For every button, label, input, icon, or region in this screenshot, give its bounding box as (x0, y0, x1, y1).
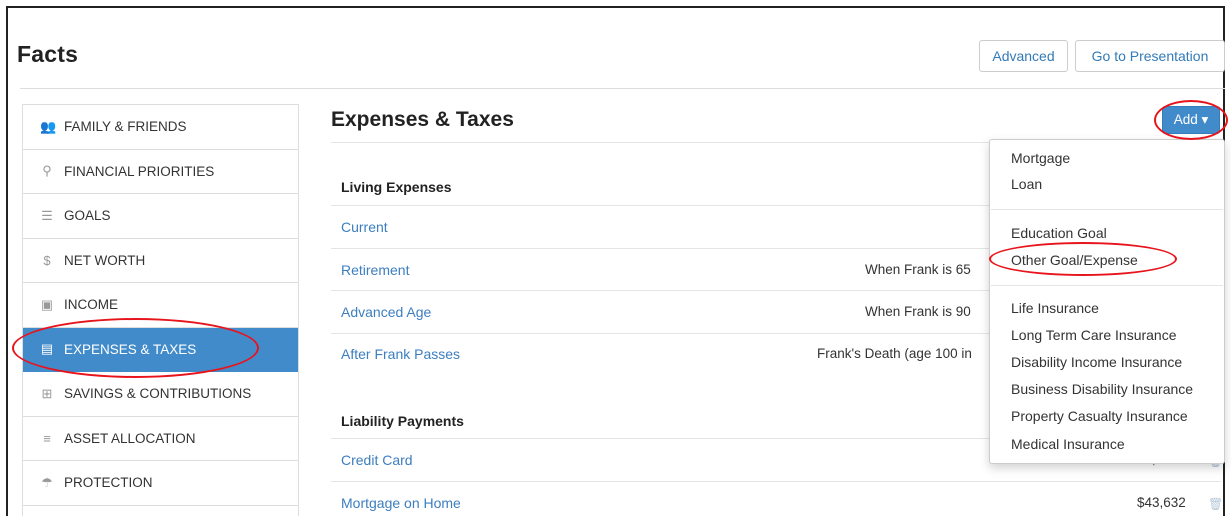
sidebar-item-label: SAVINGS & CONTRIBUTIONS (64, 386, 252, 402)
liability-payments-heading: Liability Payments (341, 413, 464, 429)
sidebar-item-label: ASSET ALLOCATION (64, 430, 196, 446)
sidebar-item-family-friends[interactable]: 👥 FAMILY & FRIENDS (23, 105, 298, 150)
search-icon: ⚲ (42, 163, 52, 179)
sidebar-item-label: NET WORTH (64, 252, 146, 268)
sidebar-item-label: EXPENSES & TAXES (64, 341, 197, 357)
section-title: Expenses & Taxes (331, 108, 514, 131)
sliders-icon: ≡ (43, 430, 51, 446)
page-title: Facts (17, 41, 79, 67)
banknote-icon: ▣ (40, 296, 54, 312)
menu-divider (991, 209, 1223, 210)
row-divider (331, 481, 1221, 482)
plus-square-icon: ⊞ (41, 385, 53, 401)
sidebar-item-net-worth[interactable]: $ NET WORTH (23, 239, 298, 283)
add-dropdown-menu: Mortgage Loan Education Goal Other Goal/… (989, 139, 1225, 464)
row-link-advanced-age[interactable]: Advanced Age (341, 304, 431, 320)
sidebar-nav: 👥 FAMILY & FRIENDS ⚲ FINANCIAL PRIORITIE… (22, 104, 299, 516)
menu-item-medical-insurance[interactable]: Medical Insurance (1011, 436, 1125, 452)
menu-item-disability-income-insurance[interactable]: Disability Income Insurance (1011, 354, 1182, 370)
go-to-presentation-button[interactable]: Go to Presentation (1075, 40, 1225, 72)
row-desc-retirement: When Frank is 65 (865, 262, 971, 277)
sidebar-item-more[interactable] (23, 506, 298, 516)
list-icon: ☰ (41, 207, 53, 223)
row-link-retirement[interactable]: Retirement (341, 262, 409, 278)
menu-item-loan[interactable]: Loan (1011, 176, 1042, 192)
add-dropdown-button[interactable]: Add ▾ (1162, 106, 1220, 134)
advanced-button[interactable]: Advanced (979, 40, 1068, 72)
row-link-credit-card[interactable]: Credit Card (341, 452, 413, 468)
sidebar-item-label: INCOME (64, 297, 118, 313)
menu-item-life-insurance[interactable]: Life Insurance (1011, 300, 1099, 316)
trash-icon[interactable]: 🗑 (1208, 497, 1223, 511)
sidebar-item-label: GOALS (64, 208, 111, 224)
row-link-after-frank-passes[interactable]: After Frank Passes (341, 346, 460, 362)
sidebar-item-asset-allocation[interactable]: ≡ ASSET ALLOCATION (23, 417, 298, 461)
sidebar-item-financial-priorities[interactable]: ⚲ FINANCIAL PRIORITIES (23, 150, 298, 194)
dollar-icon: $ (43, 252, 51, 268)
credit-card-icon: ▤ (40, 341, 54, 357)
sidebar-item-goals[interactable]: ☰ GOALS (23, 194, 298, 239)
sidebar-item-label: FINANCIAL PRIORITIES (64, 163, 215, 179)
sidebar-item-label: FAMILY & FRIENDS (64, 119, 187, 135)
sidebar-item-expenses-taxes[interactable]: ▤ EXPENSES & TAXES (23, 327, 298, 372)
row-desc-advanced-age: When Frank is 90 (865, 304, 971, 319)
sidebar-item-label: PROTECTION (64, 475, 153, 491)
row-desc-after-frank-passes: Frank's Death (age 100 in (817, 346, 972, 361)
sidebar-item-protection[interactable]: ☂ PROTECTION (23, 461, 298, 506)
row-link-current[interactable]: Current (341, 219, 388, 235)
menu-item-mortgage[interactable]: Mortgage (1011, 150, 1070, 166)
living-expenses-heading: Living Expenses (341, 179, 452, 195)
title-divider (20, 88, 1225, 89)
people-icon: 👥 (40, 118, 57, 134)
menu-item-long-term-care-insurance[interactable]: Long Term Care Insurance (1011, 327, 1177, 343)
row-link-mortgage-on-home[interactable]: Mortgage on Home (341, 495, 461, 511)
sidebar-item-savings-contributions[interactable]: ⊞ SAVINGS & CONTRIBUTIONS (23, 372, 298, 417)
menu-item-business-disability-insurance[interactable]: Business Disability Insurance (1011, 381, 1193, 397)
menu-item-other-goal-expense[interactable]: Other Goal/Expense (1011, 252, 1138, 268)
row-amount-mortgage-on-home: $43,632 (1137, 495, 1186, 510)
menu-item-education-goal[interactable]: Education Goal (1011, 225, 1107, 241)
menu-divider (991, 285, 1223, 286)
sidebar-item-income[interactable]: ▣ INCOME (23, 283, 298, 328)
menu-item-property-casualty-insurance[interactable]: Property Casualty Insurance (1011, 408, 1188, 424)
umbrella-icon: ☂ (41, 474, 53, 490)
